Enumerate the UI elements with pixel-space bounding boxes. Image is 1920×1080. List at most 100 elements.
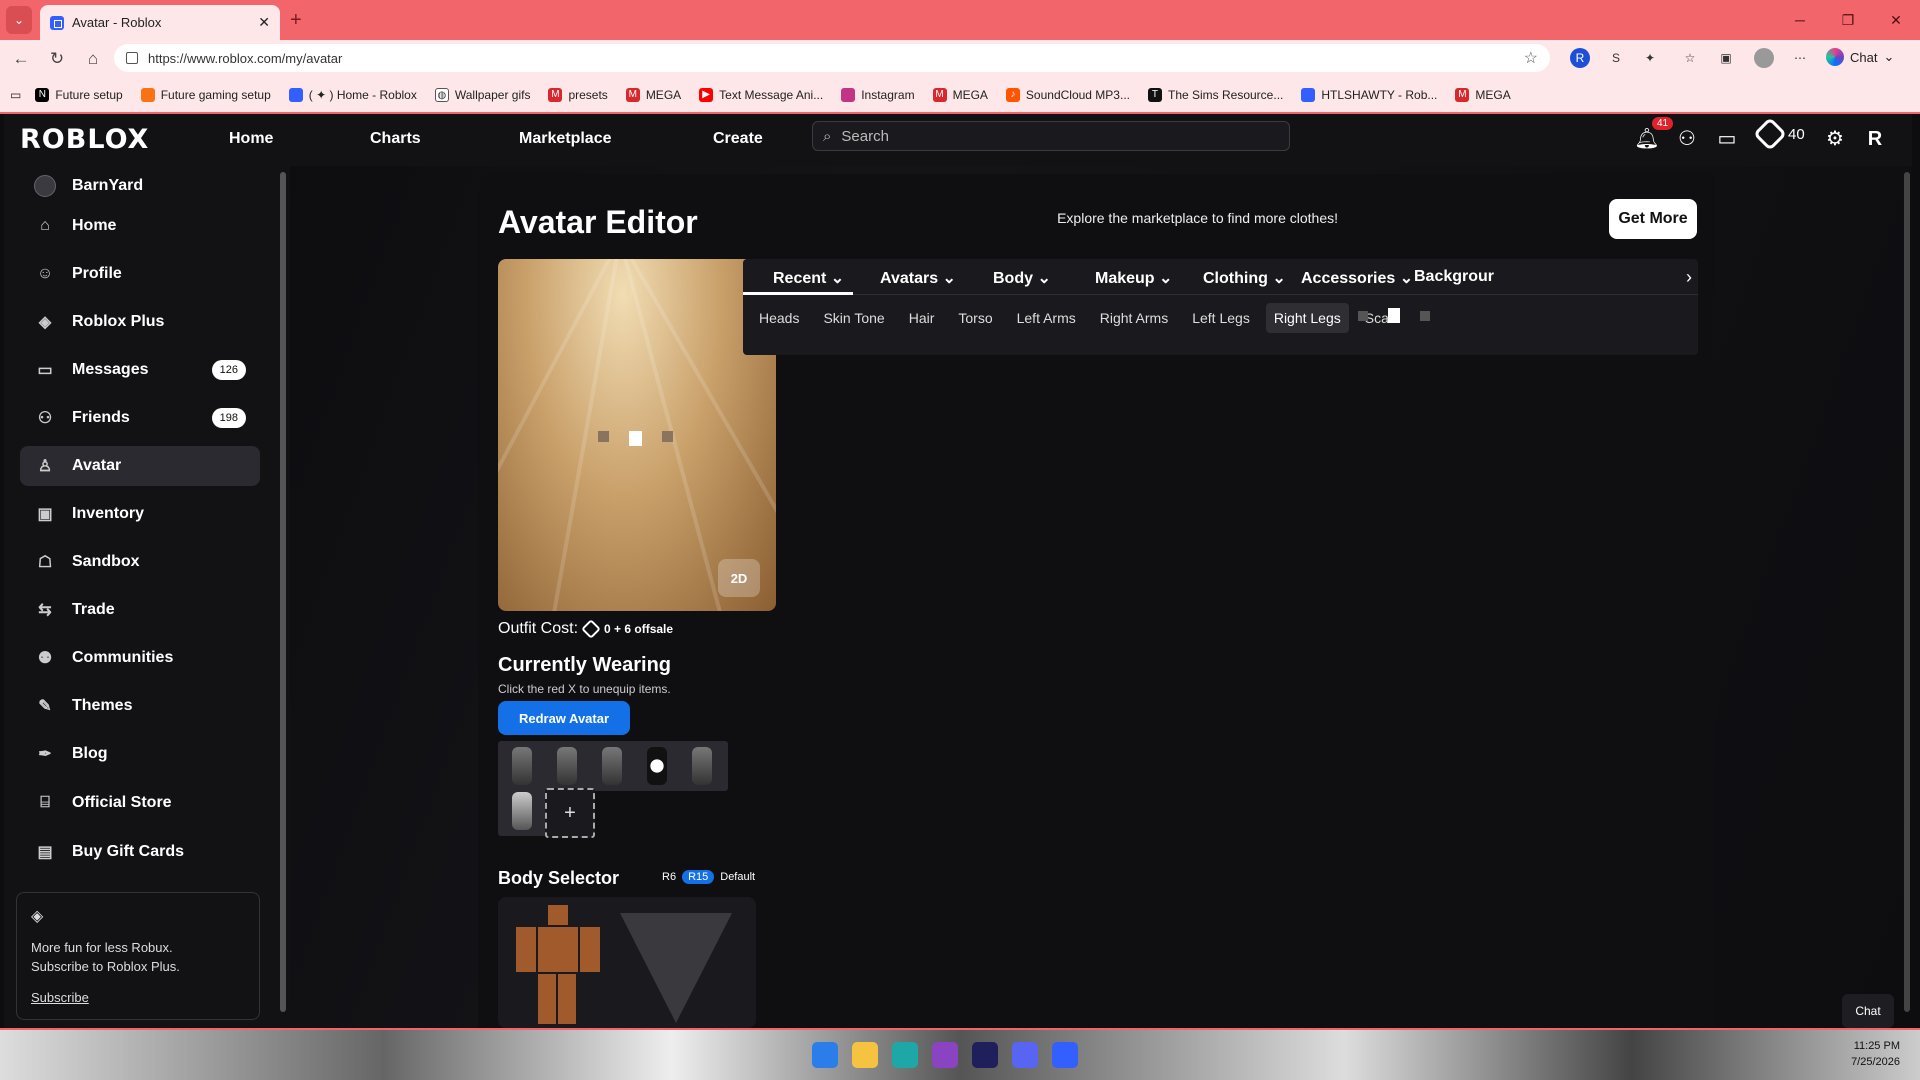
discord-icon[interactable] <box>1012 1042 1038 1068</box>
close-window-button[interactable]: ✕ <box>1872 0 1920 40</box>
default-option[interactable]: Default <box>720 871 755 883</box>
body-part-left-arm[interactable] <box>516 927 536 972</box>
nav-home[interactable]: Home <box>229 130 273 148</box>
sidebar-item-messages[interactable]: ▭ Messages 126 <box>20 350 260 390</box>
more-menu-icon[interactable]: ⋯ <box>1790 48 1810 68</box>
worn-item-legs[interactable] <box>498 786 548 836</box>
subtab-heads[interactable]: Heads <box>751 303 807 333</box>
notifications-bell-icon[interactable]: 🔔︎ <box>1634 126 1660 152</box>
subtab-skin-tone[interactable]: Skin Tone <box>815 303 892 333</box>
new-tab-button[interactable]: + <box>290 9 302 32</box>
nav-marketplace[interactable]: Marketplace <box>519 130 612 148</box>
after-effects-icon[interactable] <box>972 1042 998 1068</box>
bookmark-item[interactable]: ◍ Wallpaper gifs <box>434 88 530 102</box>
bookmark-item[interactable]: M MEGA <box>1455 88 1511 102</box>
chat-button[interactable]: Chat <box>1842 994 1894 1028</box>
app-icon[interactable] <box>932 1042 958 1068</box>
subtab-right-arms[interactable]: Right Arms <box>1092 303 1176 333</box>
sidebar-scrollbar[interactable] <box>280 172 286 1012</box>
worn-item-right-arm[interactable] <box>543 741 593 791</box>
copilot-chat-button[interactable]: Chat ⌄ <box>1826 48 1894 66</box>
subtab-torso[interactable]: Torso <box>950 303 1000 333</box>
roblox-app-icon[interactable] <box>1052 1042 1078 1068</box>
messages-icon[interactable]: ▭ <box>1714 126 1740 152</box>
worn-item-head[interactable] <box>633 741 683 791</box>
roblox-extension-r-icon[interactable]: R <box>1862 126 1888 152</box>
bookmark-item[interactable]: Mpresets <box>548 88 608 102</box>
settings-gear-icon[interactable]: ⚙ <box>1822 126 1848 152</box>
tab-body[interactable]: Body ⌄ <box>993 268 1051 288</box>
worn-item-torso[interactable] <box>678 741 728 791</box>
search-input[interactable]: ⌕ Search <box>812 121 1290 151</box>
subtab-left-arms[interactable]: Left Arms <box>1009 303 1084 333</box>
tab-clothing[interactable]: Clothing ⌄ <box>1203 268 1286 288</box>
sidebar-item-blog[interactable]: ✒ Blog <box>20 734 260 774</box>
start-windows-icon[interactable] <box>812 1042 838 1068</box>
sidebar-item-themes[interactable]: ✎ Themes <box>20 686 260 726</box>
sidebar-item-trade[interactable]: ⇆ Trade <box>20 590 260 630</box>
s-extension-icon[interactable]: S <box>1606 48 1626 68</box>
subtab-left-legs[interactable]: Left Legs <box>1184 303 1258 333</box>
tab-active[interactable]: Avatar - Roblox ✕ <box>40 5 280 40</box>
body-part-right-arm[interactable] <box>580 927 600 972</box>
page-scrollbar[interactable] <box>1904 172 1910 1012</box>
sidebar-item-friends[interactable]: ⚇ Friends 198 <box>20 398 260 438</box>
nav-create[interactable]: Create <box>713 130 763 148</box>
sidebar-user[interactable]: BarnYard <box>20 166 260 206</box>
chevron-right-icon[interactable]: › <box>1686 267 1692 288</box>
add-item-button[interactable]: + <box>545 788 595 838</box>
subscribe-link[interactable]: Subscribe <box>31 988 245 1007</box>
body-part-torso[interactable] <box>538 927 578 972</box>
worn-item-left-arm[interactable] <box>498 741 548 791</box>
bookmark-item[interactable]: ( ✦ ) Home - Roblox <box>288 88 417 102</box>
tab-makeup[interactable]: Makeup ⌄ <box>1095 268 1172 288</box>
bookmark-item[interactable]: M MEGA <box>625 88 681 102</box>
bookmark-item[interactable]: M MEGA <box>932 88 988 102</box>
back-icon[interactable]: ← <box>6 49 36 69</box>
body-part-head[interactable] <box>548 905 568 925</box>
nav-charts[interactable]: Charts <box>370 130 421 148</box>
redraw-avatar-button[interactable]: Redraw Avatar <box>498 701 630 735</box>
friends-icon[interactable]: ⚇ <box>1674 126 1700 152</box>
tab-recent[interactable]: Recent ⌄ <box>773 268 844 288</box>
roblox-extension-icon[interactable]: R <box>1570 48 1590 68</box>
bookmark-item[interactable]: Future gaming setup <box>140 88 271 102</box>
r6-option[interactable]: R6 <box>662 871 676 883</box>
restore-button[interactable]: ❐ <box>1824 0 1872 40</box>
address-bar[interactable]: https://www.roblox.com/my/avatar ☆ <box>114 44 1550 72</box>
system-clock[interactable]: 11:25 PM 7/25/2026 <box>1851 1038 1900 1070</box>
bookmark-item[interactable]: Instagram <box>841 88 915 102</box>
get-more-button[interactable]: Get More <box>1609 199 1697 239</box>
collections-icon[interactable]: ▣ <box>1716 48 1736 68</box>
worn-item-leg[interactable] <box>588 741 638 791</box>
sidebar-item-home[interactable]: ⌂ Home <box>20 206 260 246</box>
sidebar-item-roblox-plus[interactable]: ◈ Roblox Plus <box>20 302 260 342</box>
tab-actions-button[interactable]: ⌄ <box>6 6 32 34</box>
sidebar-item-official-store[interactable]: ⌸ Official Store <box>20 783 260 823</box>
bookmark-folder-icon[interactable]: ▭ <box>10 88 21 102</box>
profile-avatar-icon[interactable] <box>1754 48 1774 68</box>
toggle-2d-button[interactable]: 2D <box>718 559 760 597</box>
home-icon[interactable]: ⌂ <box>78 49 108 69</box>
sidebar-item-inventory[interactable]: ▣ Inventory <box>20 494 260 534</box>
favorites-icon[interactable]: ☆ <box>1680 48 1700 68</box>
bookmark-item[interactable]: ♪ SoundCloud MP3... <box>1005 88 1130 102</box>
bookmark-item[interactable]: ▶ Text Message Ani... <box>699 88 823 102</box>
favorite-star-icon[interactable]: ☆ <box>1524 48 1538 68</box>
minimize-button[interactable]: ─ <box>1776 0 1824 40</box>
tab-background[interactable]: Backgrour <box>1414 268 1494 286</box>
bookmark-item[interactable]: N Future setup <box>35 88 123 102</box>
bookmark-item[interactable]: HTLSHAWTY - Rob... <box>1301 88 1437 102</box>
tab-accessories[interactable]: Accessories ⌄ <box>1301 268 1413 288</box>
sidebar-item-gift-cards[interactable]: ▤ Buy Gift Cards <box>20 832 260 872</box>
roblox-logo[interactable]: ROBLOX <box>20 124 149 155</box>
close-tab-icon[interactable]: ✕ <box>258 14 270 31</box>
bookmark-item[interactable]: T The Sims Resource... <box>1147 88 1283 102</box>
extensions-puzzle-icon[interactable]: ✦ <box>1640 48 1660 68</box>
tab-avatars[interactable]: Avatars ⌄ <box>880 268 956 288</box>
edge-browser-icon[interactable] <box>892 1042 918 1068</box>
body-part-right-leg[interactable] <box>558 974 576 1024</box>
sidebar-item-profile[interactable]: ☺ Profile <box>20 254 260 294</box>
sidebar-item-communities[interactable]: ⚉ Communities <box>20 638 260 678</box>
sidebar-item-avatar[interactable]: ♙ Avatar <box>20 446 260 486</box>
